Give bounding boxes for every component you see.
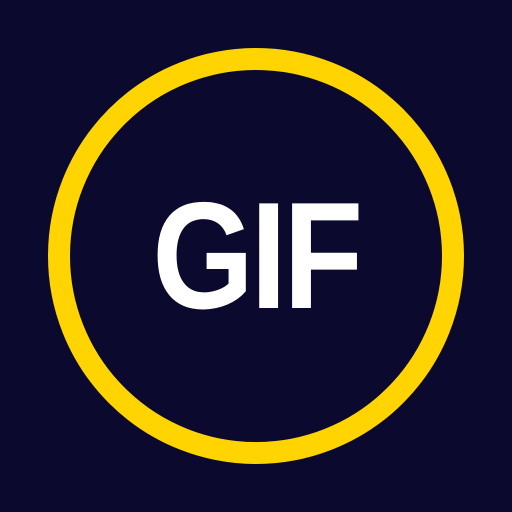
gif-label: GIF: [152, 171, 363, 341]
gif-app-icon: GIF: [0, 0, 512, 512]
